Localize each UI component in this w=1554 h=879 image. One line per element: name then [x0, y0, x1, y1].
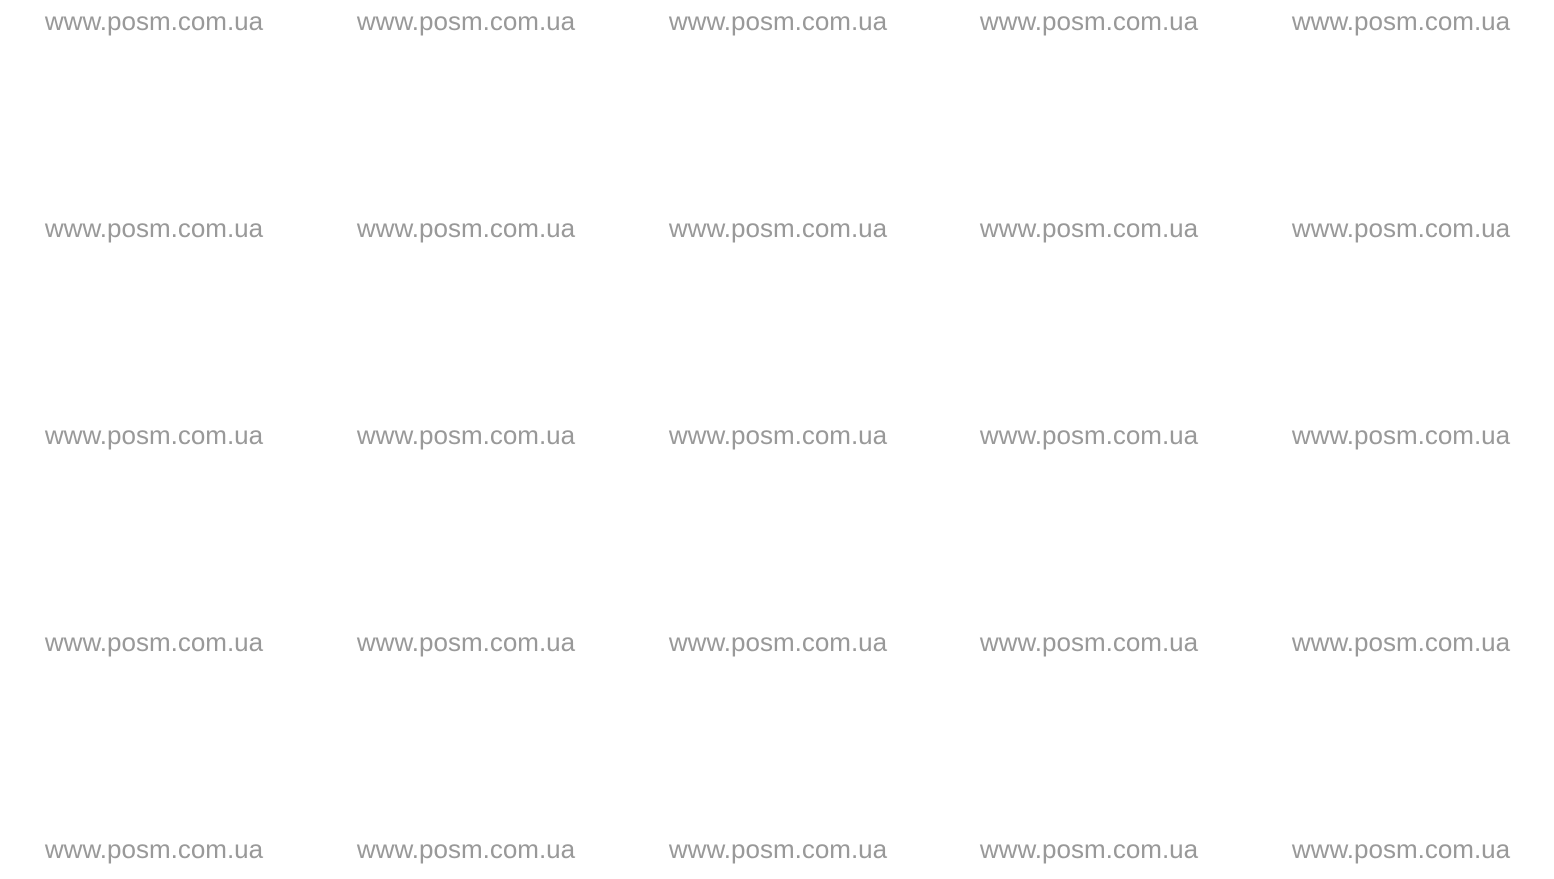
watermark-text: www.posm.com.ua [668, 627, 888, 657]
watermark-row: www.posm.com.ua www.posm.com.ua www.posm… [0, 6, 1554, 36]
watermark-text: www.posm.com.ua [979, 420, 1199, 450]
watermark-text: www.posm.com.ua [668, 6, 888, 36]
watermark-text: www.posm.com.ua [1291, 6, 1511, 36]
watermark-text: www.posm.com.ua [44, 627, 264, 657]
watermark-text: www.posm.com.ua [44, 6, 264, 36]
watermark-text: www.posm.com.ua [1291, 627, 1511, 657]
watermark-text: www.posm.com.ua [356, 420, 576, 450]
watermark-text: www.posm.com.ua [356, 213, 576, 243]
watermark-text: www.posm.com.ua [44, 834, 264, 864]
watermark-row: www.posm.com.ua www.posm.com.ua www.posm… [0, 834, 1554, 864]
watermark-text: www.posm.com.ua [356, 6, 576, 36]
watermark-text: www.posm.com.ua [979, 834, 1199, 864]
watermark-text: www.posm.com.ua [979, 213, 1199, 243]
watermark-text: www.posm.com.ua [979, 627, 1199, 657]
watermark-text: www.posm.com.ua [44, 420, 264, 450]
watermark-text: www.posm.com.ua [668, 834, 888, 864]
watermark-row: www.posm.com.ua www.posm.com.ua www.posm… [0, 420, 1554, 450]
watermark-text: www.posm.com.ua [668, 420, 888, 450]
watermark-row: www.posm.com.ua www.posm.com.ua www.posm… [0, 627, 1554, 657]
watermark-text: www.posm.com.ua [356, 834, 576, 864]
watermark-text: www.posm.com.ua [356, 627, 576, 657]
watermark-row: www.posm.com.ua www.posm.com.ua www.posm… [0, 213, 1554, 243]
watermark-text: www.posm.com.ua [668, 213, 888, 243]
watermark-text: www.posm.com.ua [979, 6, 1199, 36]
watermark-text: www.posm.com.ua [1291, 420, 1511, 450]
watermark-sheet: www.posm.com.ua www.posm.com.ua www.posm… [0, 0, 1554, 879]
watermark-text: www.posm.com.ua [1291, 834, 1511, 864]
watermark-text: www.posm.com.ua [1291, 213, 1511, 243]
watermark-text: www.posm.com.ua [44, 213, 264, 243]
